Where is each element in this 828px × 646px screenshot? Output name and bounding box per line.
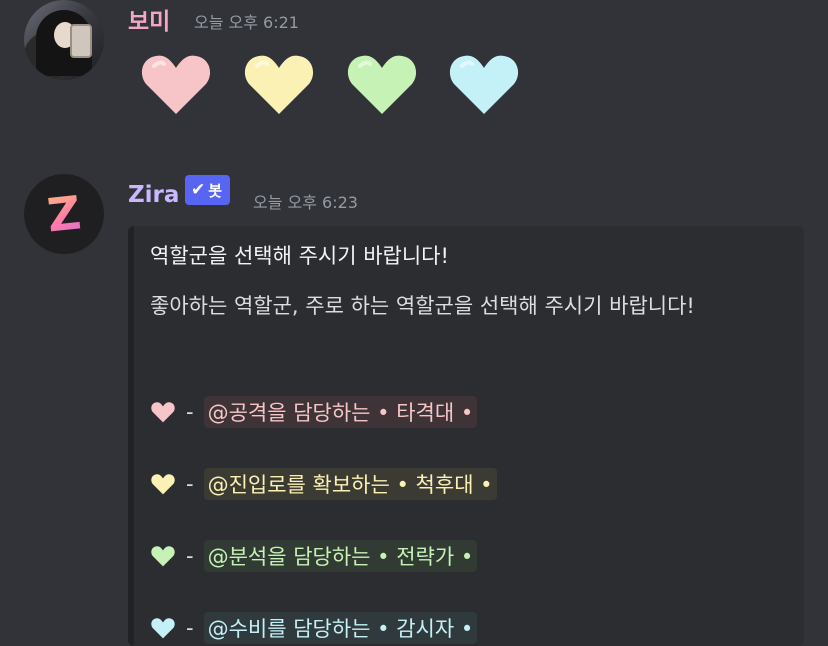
message-timestamp: 오늘 오후 6:23 <box>253 193 358 212</box>
blue-heart-icon <box>151 618 175 639</box>
role-option: - @수비를 담당하는 • 감시자 • <box>150 610 478 646</box>
role-option: - @진입로를 확보하는 • 척후대 • <box>150 466 497 502</box>
separator-dash: - <box>186 472 194 496</box>
yellow-heart-icon[interactable] <box>243 52 315 116</box>
embed-description: 좋아하는 역할군, 주로 하는 역할군을 선택해 주시기 바랍니다! <box>150 294 695 318</box>
bot-badge: ✔ 봇 <box>185 175 231 205</box>
green-heart-icon <box>151 546 175 567</box>
embed-title: 역할군을 선택해 주시기 바랍니다! <box>150 244 449 268</box>
message-author[interactable]: 보미 <box>128 2 170 36</box>
role-option: - @공격을 담당하는 • 타격대 • <box>150 394 478 430</box>
bot-avatar[interactable]: Z <box>24 174 104 254</box>
message-timestamp: 오늘 오후 6:21 <box>194 13 299 32</box>
zira-logo: Z <box>24 174 104 254</box>
separator-dash: - <box>186 616 194 640</box>
embed-card: 역할군을 선택해 주시기 바랍니다! 좋아하는 역할군, 주로 하는 역할군을 … <box>128 226 804 646</box>
role-mention[interactable]: @진입로를 확보하는 • 척후대 • <box>203 468 497 500</box>
bot-badge-label: 봇 <box>208 181 223 200</box>
pink-heart-icon[interactable] <box>140 52 212 116</box>
separator-dash: - <box>186 400 194 424</box>
embed-accent-bar <box>128 226 134 646</box>
role-mention[interactable]: @수비를 담당하는 • 감시자 • <box>203 612 478 644</box>
role-mention[interactable]: @공격을 담당하는 • 타격대 • <box>203 396 478 428</box>
checkmark-icon: ✔ <box>191 180 206 200</box>
avatar-phone <box>70 24 92 58</box>
blue-heart-icon[interactable] <box>448 52 520 116</box>
role-option: - @분석을 담당하는 • 전략가 • <box>150 538 478 574</box>
green-heart-icon[interactable] <box>346 52 418 116</box>
user-avatar[interactable] <box>24 0 104 80</box>
yellow-heart-icon <box>151 474 175 495</box>
pink-heart-icon <box>151 402 175 423</box>
separator-dash: - <box>186 544 194 568</box>
message-author[interactable]: Zira <box>128 182 179 208</box>
role-mention[interactable]: @분석을 담당하는 • 전략가 • <box>203 540 478 572</box>
